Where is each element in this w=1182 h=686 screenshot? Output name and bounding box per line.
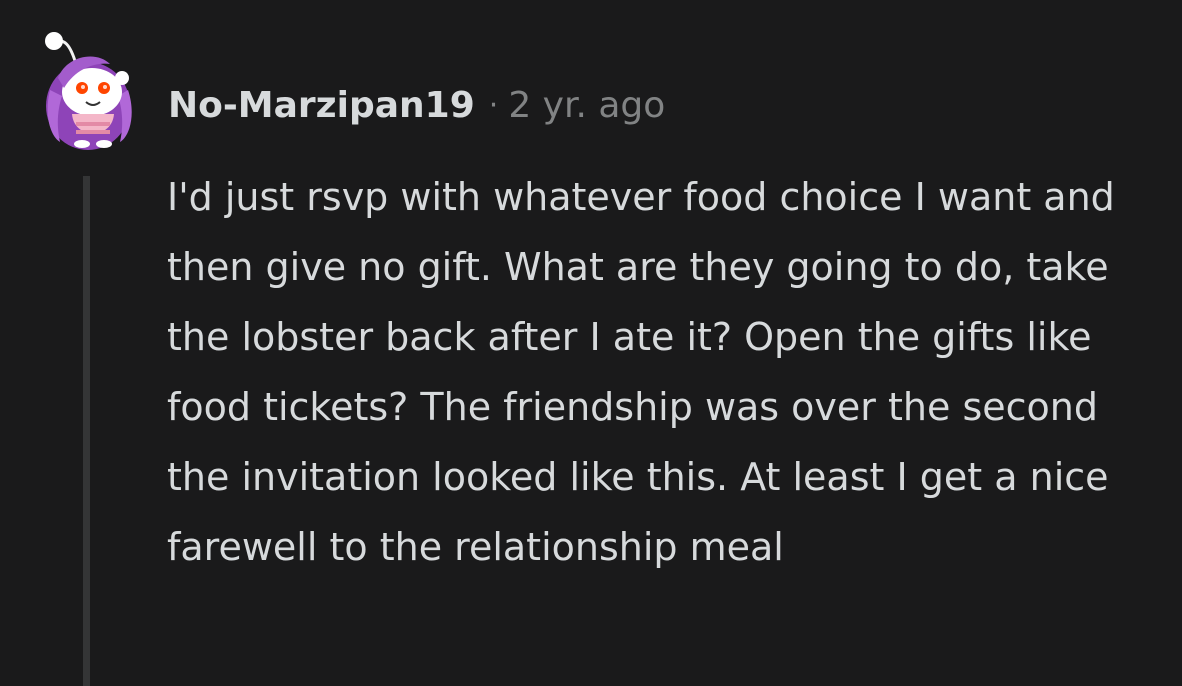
comment: No-Marzipan19 · 2 yr. ago I'd just rsvp … [0,0,1182,686]
thread-collapse-line[interactable] [83,176,90,686]
meta-separator: · [488,87,499,123]
author-username[interactable]: No-Marzipan19 [168,85,475,126]
comment-header: No-Marzipan19 · 2 yr. ago [168,82,665,128]
comment-body: I'd just rsvp with whatever food choice … [167,175,1115,569]
snoo-avatar-icon[interactable] [36,28,148,152]
comment-timestamp[interactable]: 2 yr. ago [508,85,665,126]
